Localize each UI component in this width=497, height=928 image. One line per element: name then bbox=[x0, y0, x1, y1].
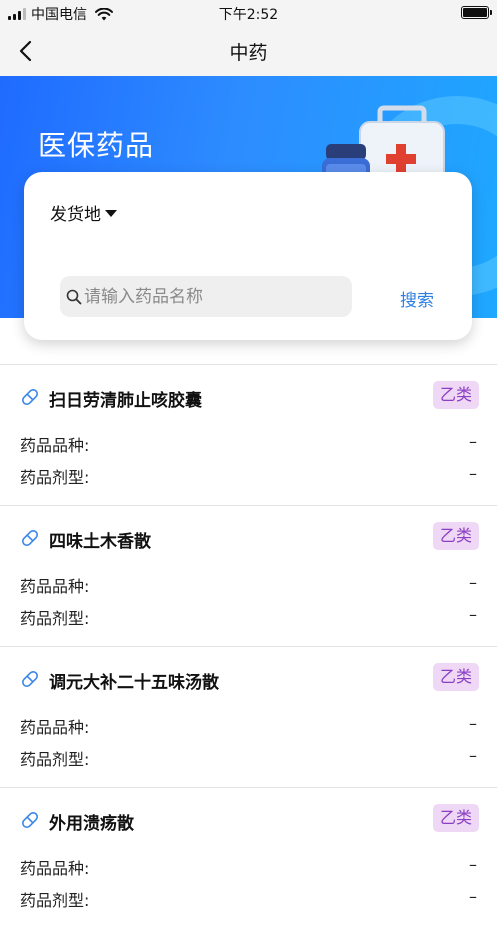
search-icon bbox=[66, 289, 82, 304]
form-value: – bbox=[469, 887, 477, 906]
variety-value: – bbox=[469, 714, 477, 733]
banner-title: 医保药品 bbox=[38, 129, 155, 162]
form-row: 药品剂型: – bbox=[20, 887, 477, 911]
drug-name: 调元大补二十五味汤散 bbox=[49, 673, 219, 693]
form-value: – bbox=[469, 746, 477, 765]
location-dropdown[interactable]: 发货地 bbox=[50, 200, 117, 225]
category-badge: 乙类 bbox=[433, 522, 479, 550]
status-bar: 中国电信 下午2:52 bbox=[0, 0, 497, 26]
form-row: 药品剂型: – bbox=[20, 746, 477, 770]
form-row: 药品剂型: – bbox=[20, 605, 477, 629]
variety-label: 药品品种: bbox=[20, 718, 90, 737]
variety-label: 药品品种: bbox=[20, 436, 90, 455]
category-badge: 乙类 bbox=[433, 663, 479, 691]
pill-icon bbox=[22, 671, 38, 687]
form-value: – bbox=[469, 464, 477, 483]
list-item[interactable]: 扫日劳清肺止咳胶囊 乙类 药品品种: – 药品剂型: – bbox=[0, 364, 497, 505]
category-badge: 乙类 bbox=[433, 804, 479, 832]
pill-icon bbox=[22, 530, 38, 546]
list-item[interactable]: 外用溃疡散 乙类 药品品种: – 药品剂型: – bbox=[0, 787, 497, 928]
form-label: 药品剂型: bbox=[20, 891, 90, 910]
search-button[interactable]: 搜索 bbox=[400, 286, 434, 311]
variety-value: – bbox=[469, 432, 477, 451]
category-badge: 乙类 bbox=[433, 381, 479, 409]
clock: 下午2:52 bbox=[218, 7, 279, 23]
form-value: – bbox=[469, 605, 477, 624]
variety-label: 药品品种: bbox=[20, 859, 90, 878]
form-label: 药品剂型: bbox=[20, 750, 90, 769]
drug-list: 扫日劳清肺止咳胶囊 乙类 药品品种: – 药品剂型: – 四味土木香散 乙类 药… bbox=[0, 364, 497, 928]
variety-value: – bbox=[469, 855, 477, 874]
pill-icon bbox=[22, 389, 38, 405]
search-box[interactable] bbox=[60, 276, 352, 317]
battery-icon bbox=[461, 6, 492, 19]
form-label: 药品剂型: bbox=[20, 468, 90, 487]
location-label: 发货地 bbox=[50, 205, 101, 225]
search-card: 发货地 搜索 bbox=[24, 172, 472, 340]
page-title: 中药 bbox=[229, 42, 268, 64]
form-label: 药品剂型: bbox=[20, 609, 90, 628]
navigation-bar: 中药 bbox=[0, 26, 497, 76]
search-input[interactable] bbox=[84, 286, 324, 307]
list-item[interactable]: 四味土木香散 乙类 药品品种: – 药品剂型: – bbox=[0, 505, 497, 646]
variety-row: 药品品种: – bbox=[20, 573, 477, 597]
variety-row: 药品品种: – bbox=[20, 714, 477, 738]
drug-name: 四味土木香散 bbox=[49, 532, 151, 552]
caret-down-icon bbox=[105, 210, 117, 217]
variety-row: 药品品种: – bbox=[20, 432, 477, 456]
variety-value: – bbox=[469, 573, 477, 592]
drug-name: 外用溃疡散 bbox=[49, 814, 134, 834]
pill-icon bbox=[22, 812, 38, 828]
drug-name: 扫日劳清肺止咳胶囊 bbox=[49, 391, 202, 411]
form-row: 药品剂型: – bbox=[20, 464, 477, 488]
list-item[interactable]: 调元大补二十五味汤散 乙类 药品品种: – 药品剂型: – bbox=[0, 646, 497, 787]
variety-label: 药品品种: bbox=[20, 577, 90, 596]
variety-row: 药品品种: – bbox=[20, 855, 477, 879]
